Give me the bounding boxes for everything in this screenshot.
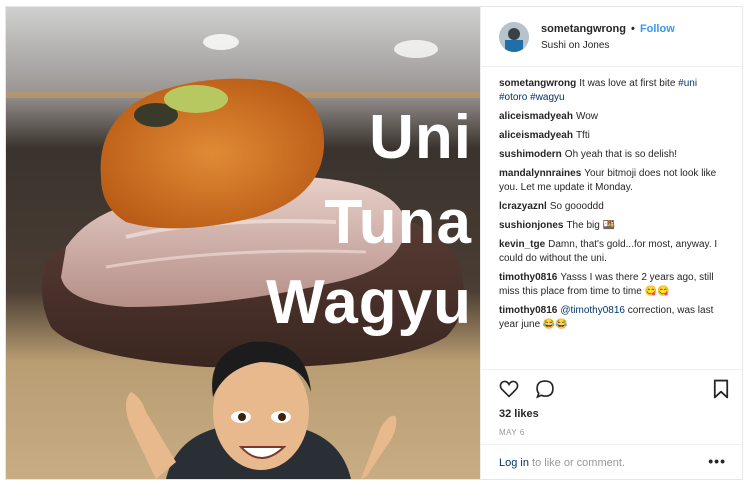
comment-username[interactable]: sushimodern bbox=[499, 149, 562, 160]
comment-username[interactable]: timothy0816 bbox=[499, 272, 557, 283]
comment-item: timothy0816 @timothy0816 correction, was … bbox=[499, 304, 729, 332]
comment-text: The big 🍱 bbox=[566, 220, 616, 231]
separator-dot: • bbox=[631, 23, 635, 35]
comment-text: So goooddd bbox=[549, 201, 604, 212]
follow-button[interactable]: Follow bbox=[640, 23, 675, 35]
comments-list: sometangwrong It was love at first bite #… bbox=[499, 77, 729, 337]
comment-text: Wow bbox=[575, 111, 598, 122]
login-prompt: Log in to like or comment. bbox=[499, 457, 625, 469]
comment-username[interactable]: aliceismadyeah bbox=[499, 130, 573, 141]
post-actions: 32 likes MAY 6 Log in to like or comment… bbox=[481, 369, 742, 480]
avatar[interactable] bbox=[499, 22, 529, 52]
post-photo[interactable]: Uni Tuna Wagyu bbox=[6, 7, 480, 479]
photo-text-uni: Uni bbox=[369, 103, 472, 172]
header-line: sometangwrong • Follow bbox=[541, 23, 675, 35]
comment-username[interactable]: sushionjones bbox=[499, 220, 563, 231]
login-bar: Log in to like or comment. ••• bbox=[481, 444, 742, 481]
avatar-image bbox=[499, 22, 529, 52]
comment-item: lcrazyaznl So goooddd bbox=[499, 200, 729, 214]
comment-item: sushionjones The big 🍱 bbox=[499, 219, 729, 233]
login-link[interactable]: Log in bbox=[499, 457, 529, 469]
comment-username[interactable]: timothy0816 bbox=[499, 305, 557, 316]
hashtag-link[interactable]: #wagyu bbox=[530, 92, 564, 103]
comment-username[interactable]: sometangwrong bbox=[499, 78, 576, 89]
hashtag-link[interactable]: #uni bbox=[678, 78, 697, 89]
post-date: MAY 6 bbox=[499, 428, 525, 437]
comment-item: sushimodern Oh yeah that is so delish! bbox=[499, 148, 729, 162]
comment-item: aliceismadyeah Wow bbox=[499, 110, 729, 124]
mention-link[interactable]: @timothy0816 bbox=[560, 305, 625, 316]
comment-username[interactable]: mandalynnraines bbox=[499, 168, 581, 179]
comment-item: timothy0816 Yasss I was there 2 years ago… bbox=[499, 271, 729, 299]
comment-text: It was love at first bite bbox=[579, 78, 679, 89]
post-header: sometangwrong • Follow Sushi on Jones bbox=[481, 7, 742, 67]
comment-username[interactable]: aliceismadyeah bbox=[499, 111, 573, 122]
comment-item: sometangwrong It was love at first bite #… bbox=[499, 77, 729, 105]
instagram-post: Uni Tuna Wagyu sometangwrong • Follow Su… bbox=[5, 6, 743, 480]
comment-username[interactable]: lcrazyaznl bbox=[499, 201, 547, 212]
more-options-icon[interactable]: ••• bbox=[708, 453, 726, 469]
comment-item: aliceismadyeah Tfti bbox=[499, 129, 729, 143]
location-link[interactable]: Sushi on Jones bbox=[541, 40, 609, 51]
photo-text-wagyu: Wagyu bbox=[266, 268, 472, 337]
hashtag-link[interactable]: #otoro bbox=[499, 92, 527, 103]
comment-item: kevin_tge Damn, that's gold...for most, a… bbox=[499, 238, 729, 266]
bookmark-icon[interactable] bbox=[713, 379, 729, 404]
username-link[interactable]: sometangwrong bbox=[541, 23, 626, 35]
login-prompt-text: to like or comment. bbox=[528, 457, 625, 469]
comment-bubble-icon[interactable] bbox=[535, 379, 555, 404]
comment-text: Tfti bbox=[575, 130, 590, 141]
comment-item: mandalynnraines Your bitmoji does not loo… bbox=[499, 167, 729, 195]
comment-username[interactable]: kevin_tge bbox=[499, 239, 545, 250]
like-count[interactable]: 32 likes bbox=[499, 408, 539, 420]
post-sidebar: sometangwrong • Follow Sushi on Jones so… bbox=[480, 7, 742, 479]
comment-text: Oh yeah that is so delish! bbox=[564, 149, 678, 160]
photo-text-tuna: Tuna bbox=[324, 188, 472, 257]
heart-icon[interactable] bbox=[499, 379, 519, 403]
